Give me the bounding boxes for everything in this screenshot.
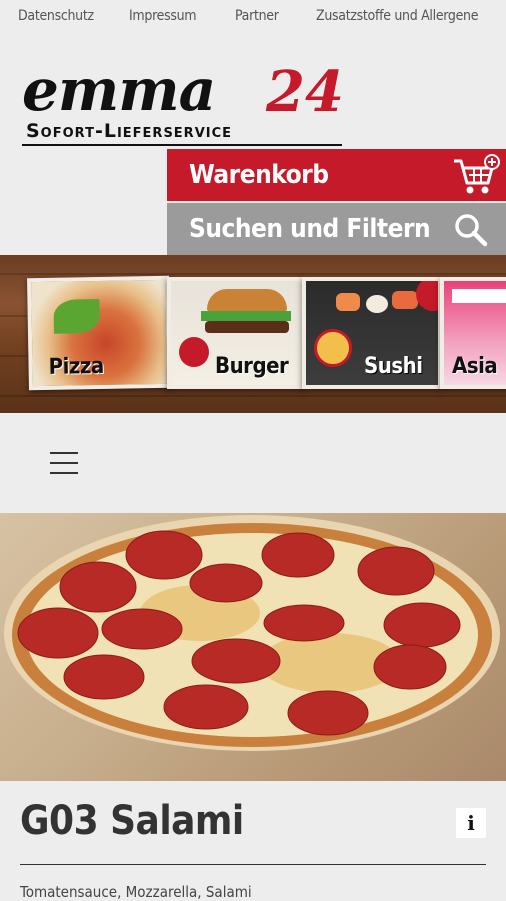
sushi-mascot-graphic [314,329,352,367]
nav-link-impressum[interactable]: Impressum [129,8,197,24]
brand-logo[interactable]: emma 24 Sofort-Lieferservice [22,60,362,146]
burger-patty-graphic [205,321,289,333]
burger-badge-graphic [179,337,209,367]
logo-number: 24 [266,59,344,125]
search-filter-button[interactable]: Suchen und Filtern [167,203,506,255]
nav-link-zusatzstoffe[interactable]: Zusatzstoffe und Allergene [316,8,479,24]
sushi-piece-graphic [336,293,360,311]
logo-tagline: Sofort-Lieferservice [26,120,233,142]
category-label-asia: Asia [452,354,498,379]
top-navigation: Datenschutz Impressum Partner Zusatzstof… [0,0,506,36]
shopping-cart-plus-icon [452,153,500,201]
product-title: G03 Salami [20,798,244,844]
category-card-sushi[interactable]: Sushi [302,277,442,389]
search-icon [454,213,488,251]
category-label-burger: Burger [215,354,289,379]
logo-name: emma [22,56,216,124]
basil-leaf-graphic [53,298,100,334]
nav-link-datenschutz[interactable]: Datenschutz [18,8,94,24]
info-button[interactable]: i [456,808,486,838]
logo-underline [22,144,342,146]
menu-bar [50,452,78,454]
category-banner: Pizza Burger Sushi Asia [0,255,506,413]
wood-grain [0,273,506,275]
product-description: Tomatensauce, Mozzarella, Salami [20,883,252,901]
asia-header-graphic [452,289,506,303]
category-card-asia[interactable]: Asia [440,277,506,389]
wood-grain [0,395,506,397]
menu-bar [50,472,78,474]
sushi-piece-graphic [392,291,418,309]
category-label-pizza: Pizza [48,353,104,380]
category-card-burger[interactable]: Burger [167,277,305,389]
pizza-illustration [4,515,500,751]
burger-bun-graphic [207,289,287,311]
hamburger-menu-icon[interactable] [50,452,78,482]
product-image [0,513,506,781]
cart-button[interactable]: Warenkorb [167,149,506,201]
burger-lettuce-graphic [201,311,291,321]
new-badge-graphic [416,281,438,311]
nav-link-partner[interactable]: Partner [235,8,279,24]
menu-bar [50,462,78,464]
search-label: Suchen und Filtern [189,214,431,244]
sushi-piece-graphic [366,295,388,313]
category-label-sushi: Sushi [364,354,423,379]
cart-label: Warenkorb [189,160,329,190]
title-divider [20,864,486,865]
category-card-pizza[interactable]: Pizza [27,275,171,391]
